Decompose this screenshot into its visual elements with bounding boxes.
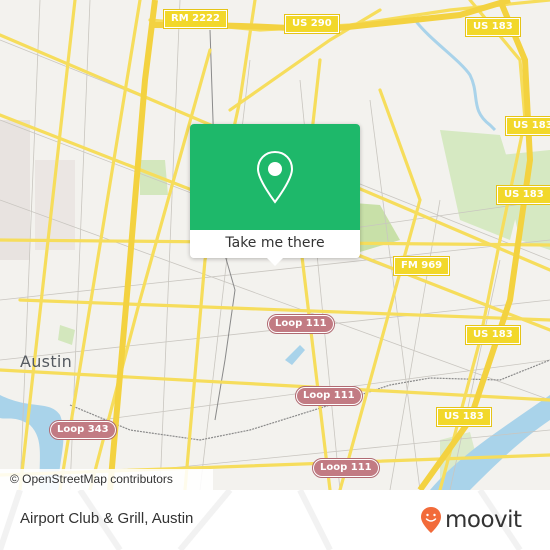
place-name: Airport Club & Grill, Austin (20, 510, 194, 527)
popup-tail (267, 258, 283, 266)
route-shield: Loop 111 (267, 314, 335, 334)
park-area (58, 325, 75, 345)
moovit-wordmark: moovit (445, 507, 522, 533)
map-pin-icon (256, 150, 294, 204)
route-shield: US 183 (465, 325, 521, 345)
route-shield: US 183 (436, 407, 492, 427)
route-shield: FM 969 (392, 256, 451, 276)
route-shield: RM 2222 (163, 9, 228, 29)
route-shield: US 183 (505, 116, 550, 136)
route-shield: Loop 111 (312, 458, 380, 478)
moovit-logo[interactable]: moovit (420, 502, 522, 538)
location-popup[interactable]: Take me there (190, 124, 360, 266)
route-shield: US 183 (465, 17, 521, 37)
attribution[interactable]: © OpenStreetMap contributors (0, 469, 213, 490)
moovit-pin-icon (421, 507, 441, 533)
popup-header (190, 124, 360, 230)
route-shield: Loop 343 (49, 420, 117, 440)
footer: Airport Club & Grill, Austin moovit (0, 490, 550, 550)
route-shield: US 183 (496, 185, 550, 205)
map[interactable]: RM 2222 US 290 US 183 US 183 US 183 US 1… (0, 0, 550, 490)
city-label: Austin (20, 352, 73, 371)
route-shield: US 290 (284, 14, 340, 34)
creek (413, 19, 497, 132)
pond (285, 345, 305, 365)
route-shield: Loop 111 (295, 386, 363, 406)
take-me-there-button[interactable]: Take me there (190, 230, 360, 258)
